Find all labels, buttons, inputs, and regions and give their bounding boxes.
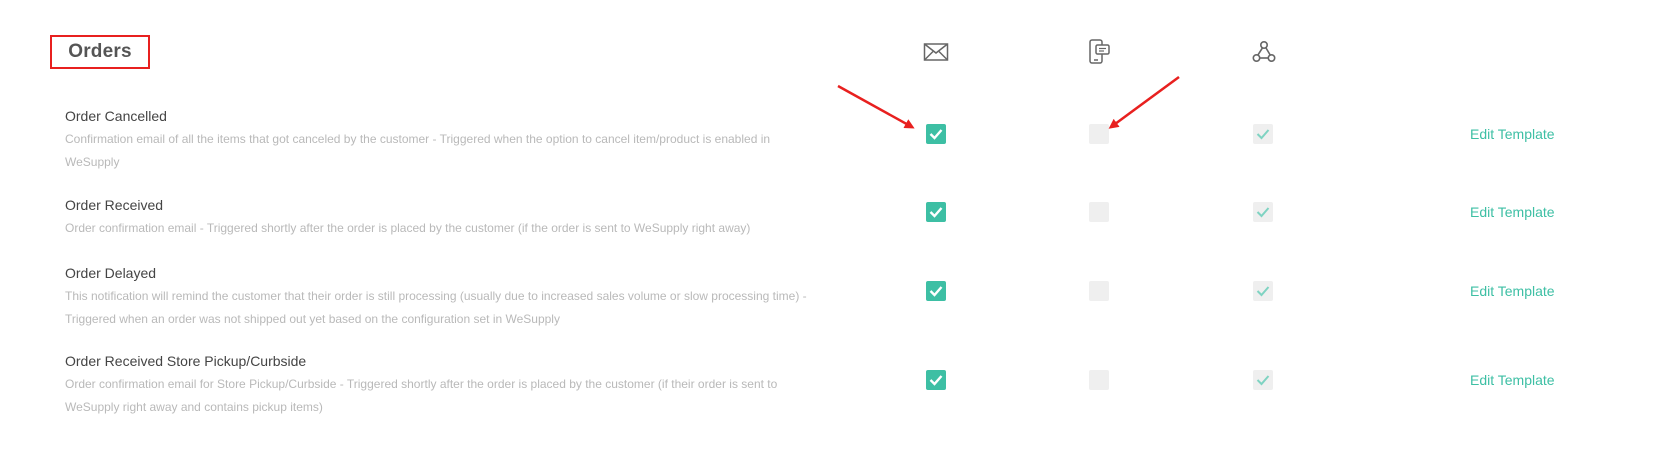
sms-checkbox[interactable] [1089, 370, 1109, 390]
webhook-checkbox[interactable] [1253, 124, 1273, 144]
check-icon [1256, 286, 1270, 297]
check-icon [929, 207, 943, 218]
check-icon [929, 129, 943, 140]
row-description: Order confirmation email for Store Picku… [65, 377, 778, 414]
edit-template-link[interactable]: Edit Template [1470, 372, 1555, 388]
sms-checkbox[interactable] [1089, 202, 1109, 222]
row-description: Order confirmation email - Triggered sho… [65, 221, 751, 235]
annotation-arrow-sms [1108, 75, 1180, 129]
edit-template-link[interactable]: Edit Template [1470, 126, 1555, 142]
webhook-checkbox[interactable] [1253, 281, 1273, 301]
section-title-text: Orders [68, 41, 132, 62]
annotation-arrow-email [837, 84, 915, 129]
check-icon [929, 286, 943, 297]
check-icon [1256, 207, 1270, 218]
row-title: Order Received Store Pickup/Curbside [65, 353, 307, 369]
row-title: Order Received [65, 197, 164, 213]
email-checkbox[interactable] [926, 281, 946, 301]
webhook-icon [1250, 38, 1278, 66]
edit-template-link[interactable]: Edit Template [1470, 283, 1555, 299]
row-description: This notification will remind the custom… [65, 289, 807, 326]
email-checkbox[interactable] [926, 202, 946, 222]
webhook-checkbox[interactable] [1253, 202, 1273, 222]
email-checkbox[interactable] [926, 370, 946, 390]
section-title-orders: Orders [50, 35, 150, 69]
edit-template-link[interactable]: Edit Template [1470, 204, 1555, 220]
row-title: Order Delayed [65, 265, 157, 281]
email-checkbox[interactable] [926, 124, 946, 144]
row-title: Order Cancelled [65, 108, 167, 124]
check-icon [1256, 375, 1270, 386]
sms-checkbox[interactable] [1089, 281, 1109, 301]
sms-phone-icon [1086, 38, 1114, 66]
sms-checkbox[interactable] [1089, 124, 1109, 144]
email-envelope-icon [922, 38, 950, 66]
check-icon [1256, 129, 1270, 140]
check-icon [929, 375, 943, 386]
row-description: Confirmation email of all the items that… [65, 132, 771, 169]
webhook-checkbox[interactable] [1253, 370, 1273, 390]
